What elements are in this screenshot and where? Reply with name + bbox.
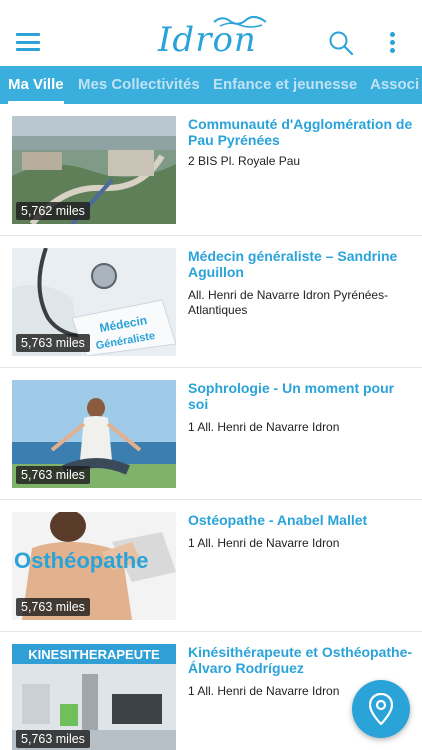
map-pin-icon [369, 693, 393, 725]
list-item[interactable]: Osthéopathe 5,763 miles Ostéopathe - Ana… [0, 500, 422, 632]
svg-text:KINESITHERAPEUTE: KINESITHERAPEUTE [28, 647, 160, 662]
distance-badge: 5,763 miles [16, 730, 90, 748]
hamburger-menu-icon[interactable] [16, 33, 40, 51]
tab-ma-ville[interactable]: Ma Ville [8, 66, 64, 104]
aerial-city-photo: 5,762 miles [12, 116, 176, 224]
distance-badge: 5,763 miles [16, 334, 90, 352]
category-tabs: Ma Ville Mes Collectivités Enfance et je… [0, 66, 422, 104]
tab-mes-collectivites[interactable]: Mes Collectivités [78, 66, 200, 104]
svg-text:Osthéopathe: Osthéopathe [14, 548, 148, 573]
distance-badge: 5,763 miles [16, 466, 90, 484]
osteopath-photo: Osthéopathe 5,763 miles [12, 512, 176, 620]
list-item[interactable]: 5,763 miles Sophrologie - Un moment pour… [0, 368, 422, 500]
physio-room-photo: KINESITHERAPEUTE 5,763 miles [12, 644, 176, 750]
item-address: All. Henri de Navarre Idron Pyrénées-Atl… [188, 288, 389, 317]
list-item[interactable]: Médecin Généraliste 5,763 miles Médecin … [0, 236, 422, 368]
distance-badge: 5,762 miles [16, 202, 90, 220]
tab-associations[interactable]: Associ [370, 66, 419, 104]
search-icon[interactable] [328, 30, 354, 56]
item-address: 1 All. Henri de Navarre Idron [188, 536, 340, 550]
list-item[interactable]: 5,762 miles Communauté d'Agglomération d… [0, 104, 422, 236]
item-title[interactable]: Kinésithérapeute et Osthéopathe- Álvaro … [188, 644, 414, 676]
item-title[interactable]: Ostéopathe - Anabel Mallet [188, 512, 414, 528]
item-address: 1 All. Henri de Navarre Idron [188, 420, 340, 434]
item-title[interactable]: Sophrologie - Un moment pour soi [188, 380, 414, 412]
item-address: 2 BIS Pl. Royale Pau [188, 154, 301, 168]
logo-text: Idron [158, 20, 257, 60]
item-title[interactable]: Communauté d'Agglomération de Pau Pyréné… [188, 116, 414, 148]
map-button[interactable] [352, 680, 410, 738]
stethoscope-photo: Médecin Généraliste 5,763 miles [12, 248, 176, 356]
meditation-beach-photo: 5,763 miles [12, 380, 176, 488]
app-logo: Idron [156, 14, 268, 62]
app-bar: Idron [0, 0, 422, 66]
distance-badge: 5,763 miles [16, 598, 90, 616]
more-vertical-icon[interactable] [386, 32, 398, 54]
tab-enfance-jeunesse[interactable]: Enfance et jeunesse [213, 66, 357, 104]
item-title[interactable]: Médecin généraliste – Sandrine Aguillon [188, 248, 414, 280]
